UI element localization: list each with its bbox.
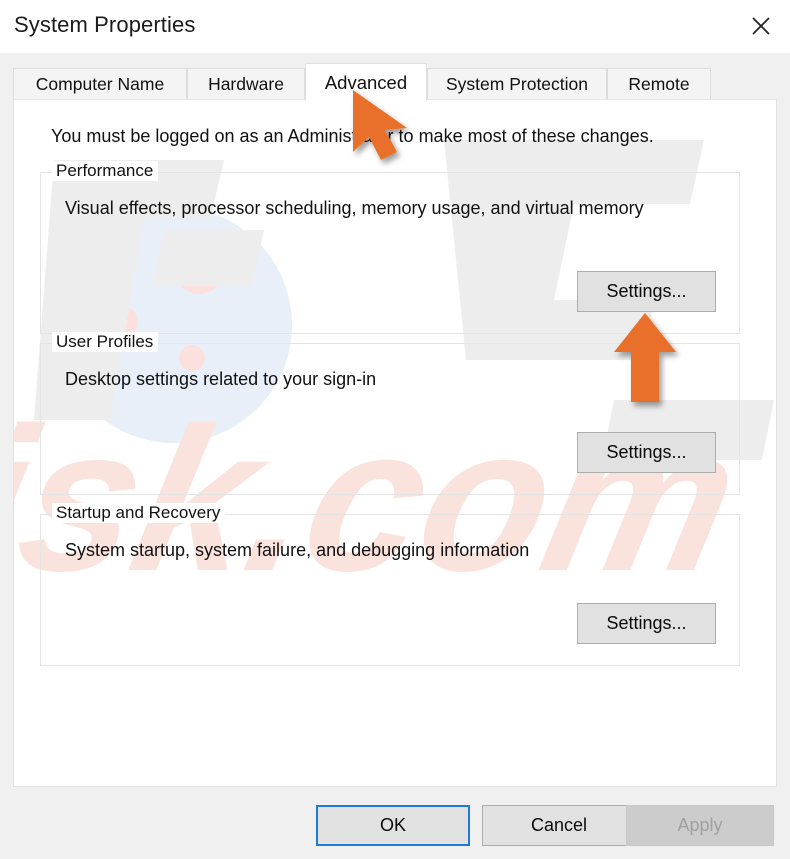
advanced-content: You must be logged on as an Administrato… [14,100,776,786]
button-label: Cancel [530,815,588,835]
tab-system-protection[interactable]: System Protection [427,68,607,100]
tab-advanced[interactable]: Advanced [305,63,427,101]
button-label: Apply [677,815,723,835]
startup-recovery-description: System startup, system failure, and debu… [65,540,530,560]
user-profiles-settings-button[interactable]: Settings... [577,432,716,473]
tab-computer-name[interactable]: Computer Name [13,68,187,100]
apply-button: Apply [626,805,774,846]
performance-description: Visual effects, processor scheduling, me… [65,198,644,218]
close-x-icon [752,17,770,35]
ok-button[interactable]: OK [316,805,470,846]
user-profiles-description: Desktop settings related to your sign-in [65,369,377,389]
button-label: Settings... [606,281,687,301]
startup-recovery-group: Startup and Recovery System startup, sys… [40,503,740,666]
tab-label: System Protection [446,74,588,94]
tab-hardware[interactable]: Hardware [187,68,305,100]
startup-recovery-legend: Startup and Recovery [52,503,226,523]
user-profiles-legend: User Profiles [52,332,159,352]
cancel-button[interactable]: Cancel [482,805,636,846]
button-label: Settings... [606,613,687,633]
user-profiles-group: User Profiles Desktop settings related t… [40,332,740,495]
tab-label: Computer Name [35,74,165,94]
system-properties-dialog: System Properties Computer Name Hardware… [0,0,790,859]
administrator-note: You must be logged on as an Administrato… [51,126,654,146]
tab-label: Hardware [208,74,284,94]
performance-legend: Performance [52,161,159,181]
performance-group: Performance Visual effects, processor sc… [40,161,740,334]
tab-strip: Computer Name Hardware Advanced System P… [13,63,777,101]
startup-recovery-settings-button[interactable]: Settings... [577,603,716,644]
button-label: Settings... [606,442,687,462]
tab-label: Advanced [324,71,408,93]
button-label: OK [379,815,406,835]
tab-label: Remote [628,74,690,94]
performance-settings-button[interactable]: Settings... [577,271,716,312]
close-button[interactable] [732,0,790,52]
window-title: System Properties [14,12,196,37]
advanced-tab-panel: risk.com You must be logged on as an Adm… [13,99,777,787]
tab-remote[interactable]: Remote [607,68,711,100]
title-bar: System Properties [0,0,790,53]
